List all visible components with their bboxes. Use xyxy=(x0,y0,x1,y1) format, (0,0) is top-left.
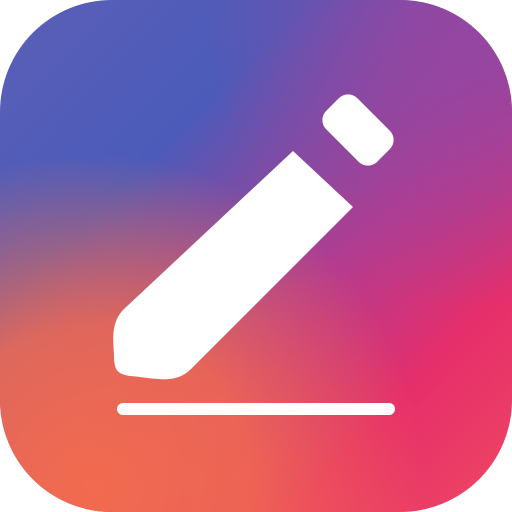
notes-app-icon[interactable] xyxy=(0,0,512,512)
icon-canvas xyxy=(0,0,512,512)
writing-line xyxy=(117,403,395,415)
